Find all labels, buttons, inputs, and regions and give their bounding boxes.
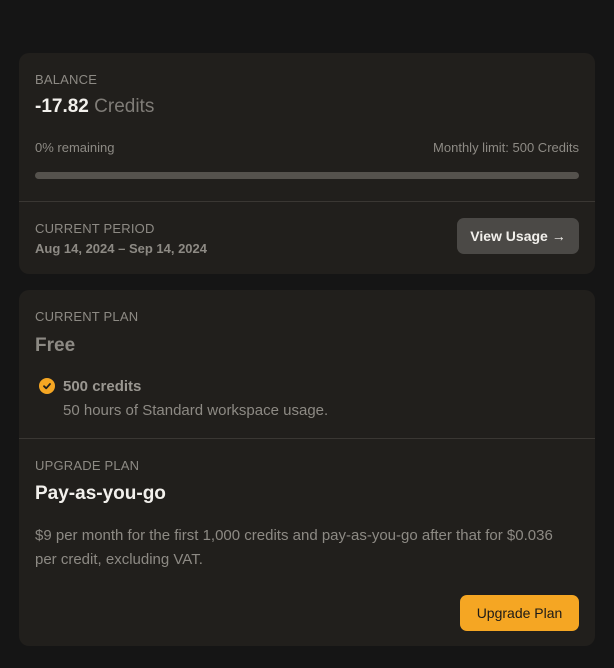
current-period-dates: Aug 14, 2024 – Sep 14, 2024 [35,241,207,256]
plan-card: CURRENT PLAN Free 500 credits 50 hours o… [19,290,595,646]
plan-feature-title: 500 credits [63,378,142,395]
divider [19,201,595,202]
upgrade-plan-description: $9 per month for the first 1,000 credits… [35,527,553,568]
current-plan-label: CURRENT PLAN [35,309,139,324]
monthly-limit-text: Monthly limit: 500 Credits [433,140,579,155]
balance-unit: Credits [94,96,155,117]
balance-label: BALANCE [35,72,98,87]
current-period-label: CURRENT PERIOD [35,221,155,236]
balance-value: -17.82 Credits [35,96,154,118]
balance-progress-bar [35,172,579,179]
upgrade-plan-button[interactable]: Upgrade Plan [460,595,579,631]
balance-card: BALANCE -17.82 Credits 0% remaining Mont… [19,53,595,274]
checkmark-icon [43,383,51,390]
upgrade-plan-name: Pay-as-you-go [35,483,166,504]
check-circle-icon [39,378,55,394]
divider [19,438,595,439]
balance-amount: -17.82 [35,96,89,117]
plan-feature-description: 50 hours of Standard workspace usage. [63,402,329,419]
balance-progress-fill [35,172,579,179]
remaining-text: 0% remaining [35,140,115,155]
current-plan-name: Free [35,335,76,356]
view-usage-button[interactable]: View Usage → [457,218,579,254]
upgrade-plan-label: UPGRADE PLAN [35,458,140,473]
